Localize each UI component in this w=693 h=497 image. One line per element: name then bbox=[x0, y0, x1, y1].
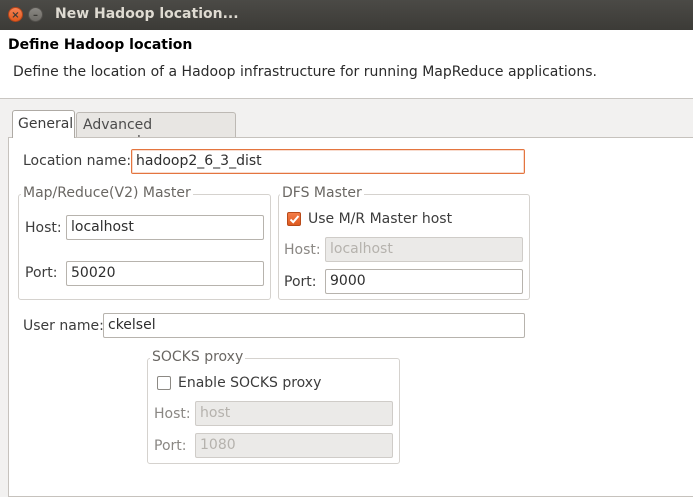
enable-socks-label[interactable]: Enable SOCKS proxy bbox=[178, 375, 321, 391]
socks-port-input: 1080 bbox=[195, 433, 393, 458]
dfs-port-input[interactable]: 9000 bbox=[325, 269, 523, 294]
window-titlebar: × – New Hadoop location... bbox=[0, 0, 693, 30]
user-name-input[interactable]: ckelsel bbox=[103, 313, 525, 338]
wizard-title: Define Hadoop location bbox=[8, 37, 193, 53]
mr-host-label: Host: bbox=[25, 220, 62, 236]
mr-port-label: Port: bbox=[25, 265, 58, 281]
mr-port-input[interactable]: 50020 bbox=[66, 261, 264, 286]
tab-general[interactable]: General bbox=[12, 110, 75, 138]
socks-port-label: Port: bbox=[154, 438, 187, 454]
close-icon: × bbox=[11, 10, 20, 21]
user-name-label: User name: bbox=[23, 318, 104, 334]
wizard-header: Define Hadoop location Define the locati… bbox=[0, 30, 693, 99]
minimize-icon: – bbox=[33, 10, 38, 21]
mr-master-legend: Map/Reduce(V2) Master bbox=[21, 185, 193, 201]
dfs-port-label: Port: bbox=[284, 274, 317, 290]
use-mr-master-checkbox[interactable] bbox=[287, 212, 301, 226]
use-mr-master-label[interactable]: Use M/R Master host bbox=[308, 211, 452, 227]
dfs-master-legend: DFS Master bbox=[280, 185, 364, 201]
wizard-description: Define the location of a Hadoop infrastr… bbox=[13, 64, 597, 80]
window-title: New Hadoop location... bbox=[55, 6, 239, 22]
dfs-host-label: Host: bbox=[284, 242, 321, 258]
close-window-button[interactable]: × bbox=[8, 7, 23, 22]
tab-advanced-parameters[interactable]: Advanced parameters bbox=[76, 112, 236, 149]
checkmark-icon bbox=[289, 215, 300, 224]
mr-host-input[interactable]: localhost bbox=[66, 215, 264, 240]
location-name-input[interactable]: hadoop2_6_3_dist bbox=[131, 149, 525, 174]
socks-host-input: host bbox=[195, 401, 393, 426]
socks-host-label: Host: bbox=[154, 406, 191, 422]
enable-socks-checkbox[interactable] bbox=[157, 376, 171, 390]
minimize-window-button[interactable]: – bbox=[28, 7, 43, 22]
socks-proxy-legend: SOCKS proxy bbox=[150, 349, 246, 365]
dfs-host-input: localhost bbox=[325, 237, 523, 262]
location-name-label: Location name: bbox=[23, 153, 132, 169]
